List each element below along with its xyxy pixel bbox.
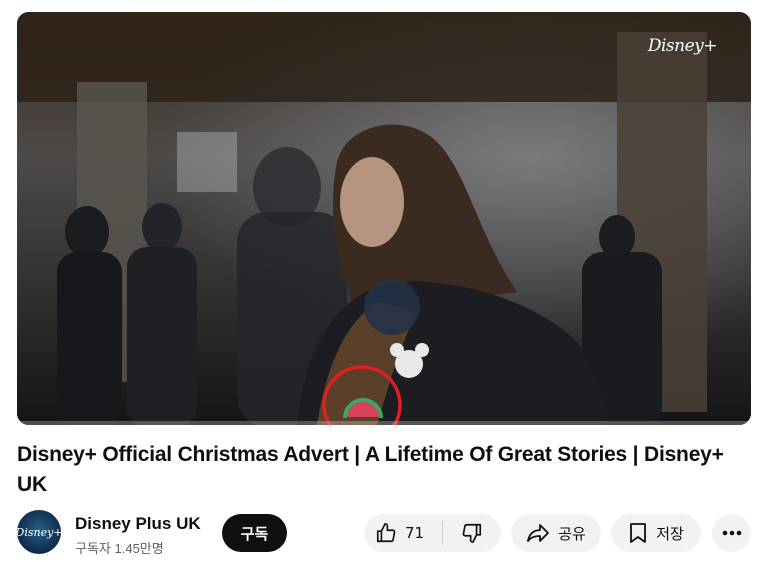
share-button[interactable]: 공유 bbox=[511, 514, 601, 552]
video-title: Disney+ Official Christmas Advert | A Li… bbox=[17, 443, 724, 496]
video-player[interactable]: Disney+ bbox=[17, 12, 751, 425]
more-icon bbox=[722, 530, 742, 536]
subscribe-button[interactable]: 구독 bbox=[222, 514, 287, 552]
thumbs-down-icon bbox=[461, 522, 483, 544]
like-button[interactable]: 71 bbox=[364, 514, 442, 552]
avatar[interactable]: Disney+ bbox=[15, 510, 63, 554]
like-dislike-group: 71 bbox=[364, 514, 501, 552]
dislike-button[interactable] bbox=[443, 514, 501, 552]
subscriber-count: 구독자 1.45만명 bbox=[75, 541, 164, 556]
save-label: 저장 bbox=[656, 524, 684, 543]
like-count: 71 bbox=[405, 524, 425, 542]
progress-bar[interactable] bbox=[17, 421, 751, 425]
video-frame bbox=[17, 12, 751, 425]
more-actions-button[interactable] bbox=[712, 514, 751, 552]
share-label: 공유 bbox=[558, 524, 586, 543]
thumbs-up-icon bbox=[375, 522, 397, 544]
share-icon bbox=[526, 522, 550, 544]
bookmark-icon bbox=[628, 522, 648, 544]
avatar-text: Disney+ bbox=[15, 525, 63, 539]
channel-name[interactable]: Disney Plus UK bbox=[75, 514, 201, 534]
channel-watermark: Disney+ bbox=[647, 36, 718, 56]
save-button[interactable]: 저장 bbox=[611, 514, 701, 552]
